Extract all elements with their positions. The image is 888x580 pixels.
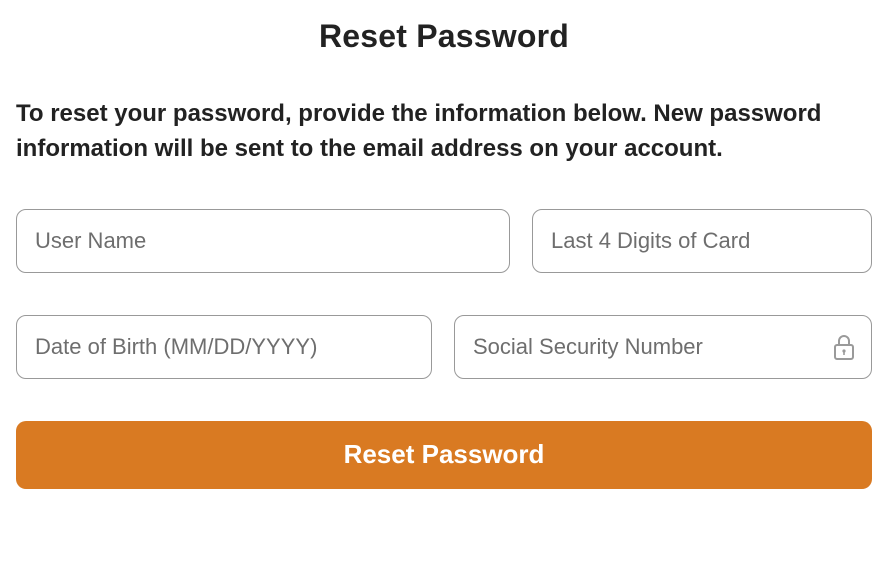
reset-password-button[interactable]: Reset Password bbox=[16, 421, 872, 489]
dob-field[interactable] bbox=[16, 315, 432, 379]
ssn-field[interactable] bbox=[454, 315, 872, 379]
form-row-1 bbox=[16, 209, 872, 273]
ssn-field-wrap bbox=[454, 315, 872, 379]
instructions-text: To reset your password, provide the info… bbox=[16, 97, 872, 167]
card-last4-field-wrap bbox=[532, 209, 872, 273]
username-field[interactable] bbox=[16, 209, 510, 273]
page-title: Reset Password bbox=[16, 18, 872, 55]
username-field-wrap bbox=[16, 209, 510, 273]
dob-field-wrap bbox=[16, 315, 432, 379]
form-row-2 bbox=[16, 315, 872, 379]
card-last4-field[interactable] bbox=[532, 209, 872, 273]
